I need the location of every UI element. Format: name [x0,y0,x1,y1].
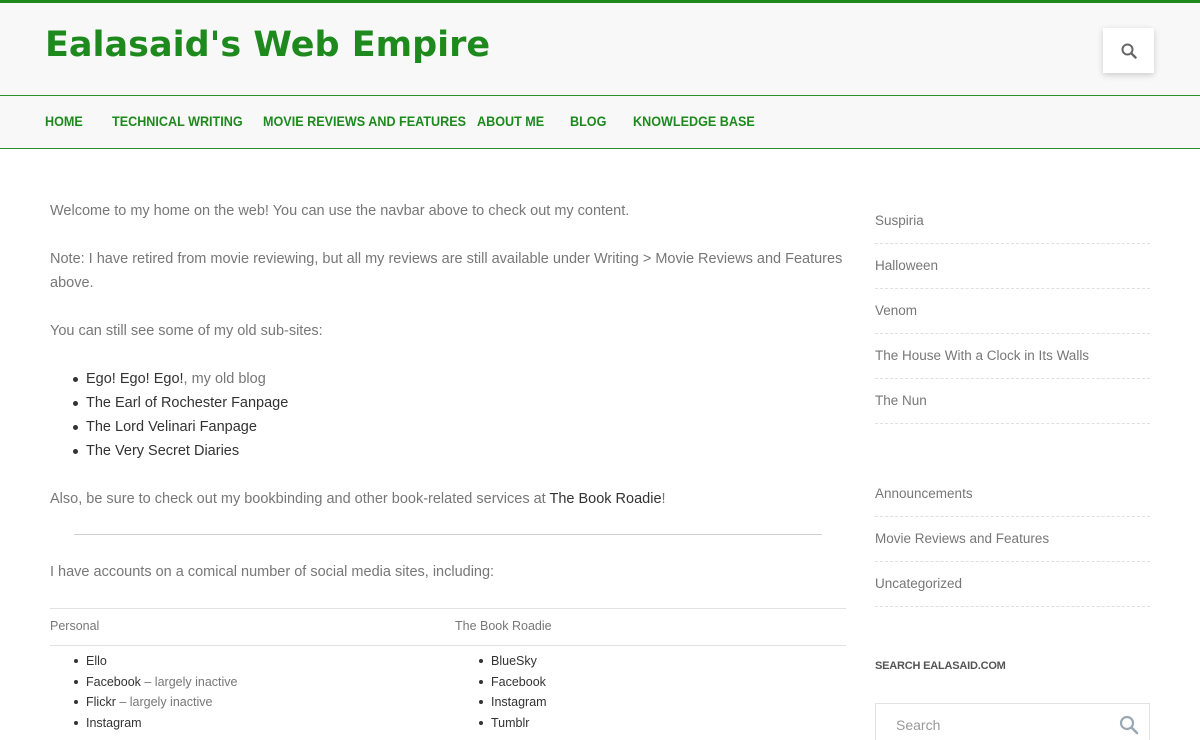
search-icon [1121,43,1137,59]
bookroadie-link-tumblr[interactable]: Tumblr [491,716,529,730]
list-item: Flickr – largely inactive [73,692,237,713]
recent-post-item: Halloween [875,244,1150,289]
nav-home[interactable]: Home [45,113,83,129]
personal-social-list: Ello Facebook – largely inactive Flickr … [73,651,238,734]
subsite-link-velinari[interactable]: The Lord Velinari Fanpage [86,419,257,435]
bookroadie-link[interactable]: The Book Roadie [549,491,661,507]
search-widget-title: Search Ealasaid.com [875,660,1006,672]
recent-post-link[interactable]: Venom [875,303,917,318]
subsites-intro: You can still see some of my old sub-sit… [50,323,323,339]
recent-post-item: The Nun [875,379,1150,424]
recent-post-link[interactable]: The House With a Clock in Its Walls [875,348,1089,363]
subsite-link-secret-diaries[interactable]: The Very Secret Diaries [86,443,239,459]
list-item: Instagram [73,713,237,734]
list-item: The Earl of Rochester Fanpage [72,391,288,415]
social-link-facebook[interactable]: Facebook [86,675,141,689]
social-note: – largely inactive [140,674,238,689]
social-link-ello[interactable]: Ello [86,654,107,668]
retirement-note: Note: I have retired from movie reviewin… [50,251,843,291]
recent-post-item: The House With a Clock in Its Walls [875,334,1150,379]
list-item: Ego! Ego! Ego!, my old blog [72,367,288,391]
social-note: – largely inactive [115,695,213,709]
bookroadie-link-facebook[interactable]: Facebook [491,675,546,689]
category-link[interactable]: Announcements [875,486,973,501]
main-nav: Home Technical Writing Movie Reviews and… [0,95,1200,149]
nav-knowledge-base[interactable]: Knowledge Base [633,113,755,129]
social-link-flickr[interactable]: Flickr [86,695,116,709]
list-item: Tumblr [479,713,547,734]
list-item: Facebook – largely inactive [73,672,238,693]
table-header-personal: Personal [50,619,100,633]
site-title[interactable]: Ealasaid's Web Empire [45,25,490,65]
recent-post-link[interactable]: The Nun [875,393,927,408]
list-item: BlueSky [479,651,547,672]
social-link-instagram[interactable]: Instagram [86,716,142,730]
bookroadie-suffix: ! [661,491,666,507]
list-item: Facebook [479,672,547,693]
table-border-header [50,645,846,646]
bookroadie-link-instagram[interactable]: Instagram [491,695,547,709]
bookroadie-social-list: BlueSky Facebook Instagram Tumblr [479,651,547,734]
bookroadie-text: Also, be sure to check out my bookbindin… [50,487,845,511]
subsite-link-ego[interactable]: Ego! Ego! Ego! [86,371,184,387]
recent-post-item: Suspiria [875,199,1150,244]
bookroadie-prefix: Also, be sure to check out my bookbindin… [50,491,550,507]
nav-about-me[interactable]: About Me [477,113,544,129]
recent-post-link[interactable]: Halloween [875,258,938,273]
site-header: Ealasaid's Web Empire [0,3,1200,95]
recent-post-item: Venom [875,289,1150,334]
nav-technical-writing[interactable]: Technical Writing [112,113,243,129]
category-link[interactable]: Uncategorized [875,576,962,591]
header-search-button[interactable] [1103,28,1154,73]
subsite-note: , my old blog [183,371,266,387]
category-link[interactable]: Movie Reviews and Features [875,531,1049,546]
social-intro: I have accounts on a comical number of s… [50,564,495,580]
recent-post-link[interactable]: Suspiria [875,213,924,228]
search-icon[interactable] [1119,715,1139,735]
list-item: Ello [73,651,237,672]
category-item: Movie Reviews and Features [875,517,1150,562]
list-item: The Very Secret Diaries [72,439,288,463]
table-header-bookroadie: The Book Roadie [455,619,552,633]
table-border-top [50,608,846,609]
category-item: Uncategorized [875,562,1150,607]
content-divider [74,534,822,535]
subsite-link-rochester[interactable]: The Earl of Rochester Fanpage [86,395,288,411]
nav-blog[interactable]: Blog [570,113,606,129]
list-item: The Lord Velinari Fanpage [72,415,288,439]
sidebar-search-input[interactable] [876,704,1106,740]
subsites-list: Ego! Ego! Ego!, my old blog The Earl of … [72,367,288,463]
welcome-text: Welcome to my home on the web! You can u… [50,203,630,219]
category-item: Announcements [875,472,1150,517]
list-item: Instagram [479,692,547,713]
nav-movie-reviews[interactable]: Movie Reviews and Features [263,113,466,129]
sidebar-search-form [875,703,1150,740]
bookroadie-link-bluesky[interactable]: BlueSky [491,654,537,668]
